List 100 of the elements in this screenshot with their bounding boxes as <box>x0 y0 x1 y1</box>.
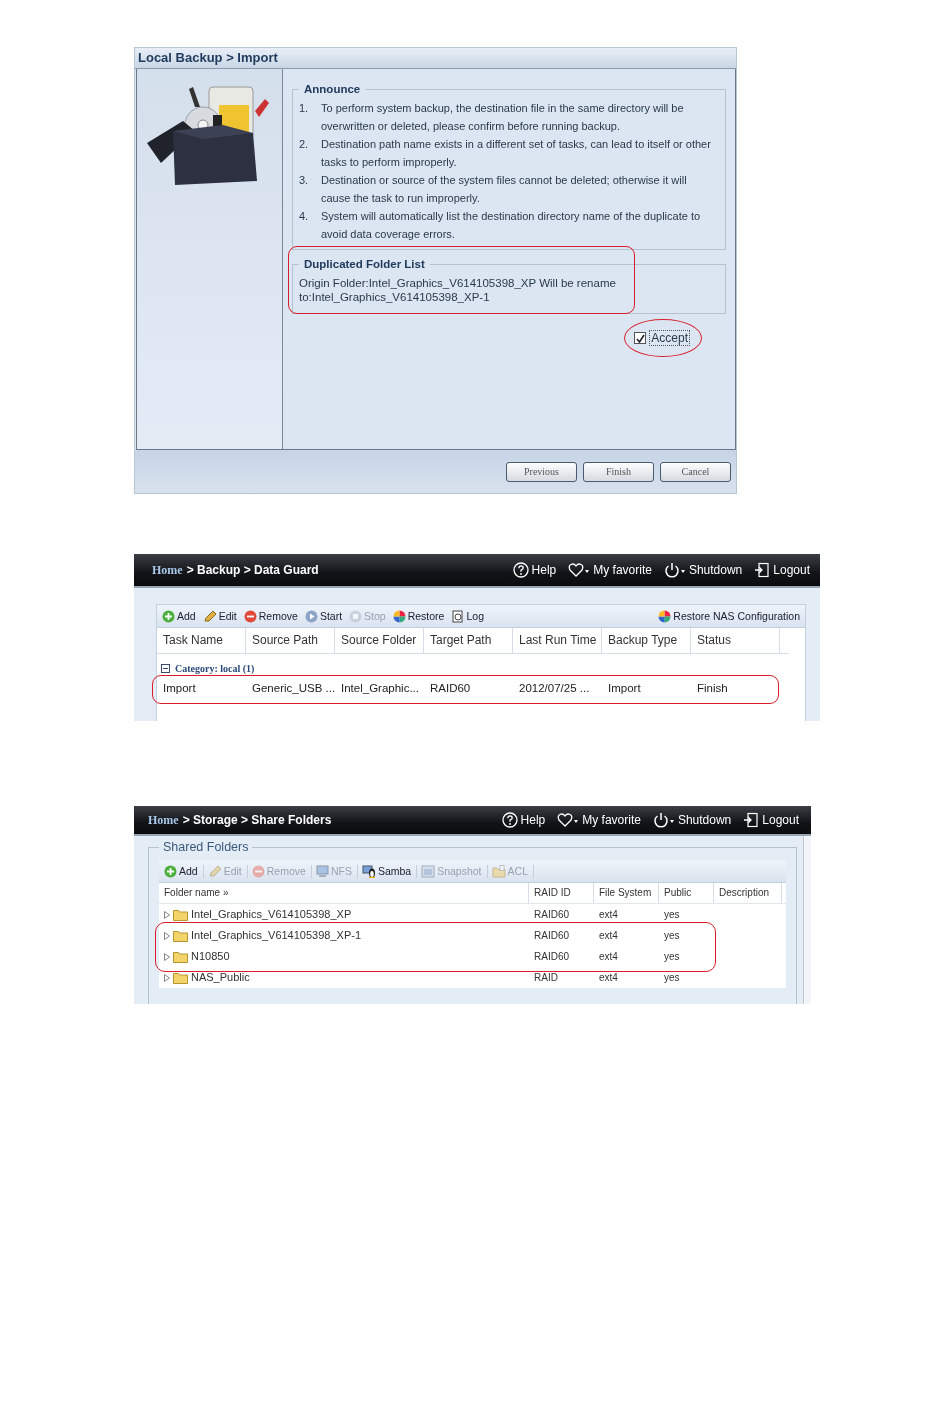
header-link[interactable]: Shutdown <box>677 813 732 827</box>
table-cell-text: ext4 <box>598 950 619 964</box>
folder-icon <box>173 908 188 921</box>
table-cell-text: 2012/07/25 ... <box>518 681 591 696</box>
wizard-button[interactable]: Cancel <box>660 461 731 482</box>
help-icon[interactable] <box>512 562 529 578</box>
announce-text: Destination or source of the system files cannot be deleted; otherwise it will cause the task to run improperly. <box>321 173 688 206</box>
home-link[interactable]: Home <box>148 812 179 828</box>
column-header[interactable]: RAID ID <box>529 883 594 903</box>
column-header[interactable]: Status <box>691 628 780 653</box>
table-cell-text: Generic_USB ... <box>251 681 335 696</box>
expand-icon[interactable] <box>164 931 170 940</box>
section-legend: Shared Folders <box>159 840 253 854</box>
power-icon[interactable] <box>663 562 686 578</box>
add-icon[interactable] <box>164 864 177 878</box>
folder-name[interactable]: N10850 <box>191 946 230 967</box>
announce-text: To perform system backup, the destination file in the same directory will be overwritten or deleted, please confirm before running backup. <box>321 101 685 134</box>
column-header[interactable]: File System <box>594 883 659 903</box>
collapse-icon[interactable] <box>161 663 170 673</box>
play-icon[interactable] <box>304 609 318 623</box>
wizard-button[interactable]: Finish <box>583 461 654 482</box>
toolbar-button[interactable]: Restore <box>407 610 445 622</box>
list-number: 1. <box>299 101 310 116</box>
list-number: 4. <box>299 209 310 224</box>
column-header[interactable]: Last Run Time <box>513 628 602 653</box>
column-header[interactable]: Public <box>659 883 714 903</box>
toolbar-button[interactable]: Restore NAS Configuration <box>673 610 800 622</box>
toolbar-button[interactable]: Add <box>177 610 196 622</box>
breadcrumb: > Storage > Share Folders <box>182 813 332 827</box>
announce-text: System will automatically list the destination directory name of the duplicate to avoid data coverage errors. <box>321 209 702 242</box>
toolbar-button[interactable]: Samba <box>377 865 412 877</box>
table-cell-text: RAID60 <box>429 681 472 696</box>
table-cell-text: yes <box>663 908 681 922</box>
header-link[interactable]: My favorite <box>593 563 652 577</box>
home-link[interactable]: Home <box>152 562 183 578</box>
column-header[interactable]: Description <box>714 883 782 903</box>
table-cell-text: RAID60 <box>533 908 570 922</box>
table-cell-text: ext4 <box>598 971 619 985</box>
breadcrumb: Local Backup > Import <box>135 48 736 69</box>
accept-checkbox[interactable] <box>634 332 647 344</box>
table-cell-text: Import <box>607 681 642 696</box>
expand-icon[interactable] <box>164 952 170 961</box>
header-link[interactable]: Logout <box>762 813 799 827</box>
column-header[interactable]: Task Name <box>157 628 246 653</box>
column-header[interactable]: Target Path <box>424 628 513 653</box>
header-link[interactable]: Shutdown <box>688 563 743 577</box>
toolbar-button[interactable]: Add <box>179 865 198 877</box>
header-link[interactable]: My favorite <box>582 813 641 827</box>
table-cell-text: yes <box>663 950 681 964</box>
announce-legend: Announce <box>299 83 366 95</box>
table-cell-text: Finish <box>696 681 729 696</box>
scrollbar[interactable] <box>803 836 811 1004</box>
breadcrumb: > Backup > Data Guard <box>186 563 319 577</box>
expand-icon[interactable] <box>164 973 170 982</box>
folder-name[interactable]: Intel_Graphics_V614105398_XP-1 <box>191 925 361 946</box>
header-link[interactable]: Help <box>531 563 557 577</box>
add-icon[interactable] <box>162 609 175 623</box>
list-number: 3. <box>299 173 310 188</box>
folder-icon <box>173 950 188 963</box>
accept-label[interactable]: Accept <box>649 330 690 346</box>
expand-icon[interactable] <box>164 910 170 919</box>
announce-text: Destination path name exists in a different set of tasks, can lead to itself or other tasks to perform improperly. <box>321 137 712 170</box>
table-cell-text: Import <box>162 681 197 696</box>
table-cell-text: ext4 <box>598 908 619 922</box>
duplicated-legend: Duplicated Folder List <box>299 258 430 270</box>
heart-icon[interactable] <box>568 562 591 578</box>
logout-icon[interactable] <box>743 812 760 828</box>
logout-icon[interactable] <box>754 562 771 578</box>
toolbar-button[interactable]: Remove <box>258 610 298 622</box>
wizard-button[interactable]: Previous <box>506 461 577 482</box>
restore-icon[interactable] <box>658 609 672 623</box>
toolbar-button[interactable]: Edit <box>218 610 237 622</box>
column-header[interactable]: Folder name » <box>159 883 529 903</box>
category-label: Category: local (1) <box>175 662 255 674</box>
table-cell-text: yes <box>663 971 681 985</box>
duplicate-message: Origin Folder:Intel_Graphics_V614105398_XP Will be rename to:Intel_Graphics_V614105398_XP-1 <box>299 276 617 305</box>
header-link[interactable]: Logout <box>773 563 810 577</box>
table-cell-text: RAID60 <box>533 950 570 964</box>
column-header[interactable]: Source Folder <box>335 628 424 653</box>
penguin-icon[interactable] <box>361 864 376 878</box>
folder-icon <box>173 971 188 984</box>
table-cell-text: Intel_Graphic... <box>340 681 420 696</box>
toolbar-button[interactable]: Start <box>319 610 343 622</box>
folder-name[interactable]: NAS_Public <box>191 967 250 988</box>
header-link[interactable]: Help <box>520 813 546 827</box>
column-header[interactable]: Source Path <box>246 628 335 653</box>
table-cell-text: RAID <box>533 971 559 985</box>
pencil-icon[interactable] <box>202 609 217 623</box>
help-icon[interactable] <box>501 812 518 828</box>
folder-name[interactable]: Intel_Graphics_V614105398_XP <box>191 904 352 925</box>
remove-icon[interactable] <box>243 609 257 623</box>
table-cell-text: yes <box>663 929 681 943</box>
log-icon[interactable] <box>451 609 465 623</box>
restore-icon[interactable] <box>392 609 406 623</box>
table-cell-text: RAID60 <box>533 929 570 943</box>
power-icon[interactable] <box>652 812 675 828</box>
toolbar-button[interactable]: Log <box>466 610 484 622</box>
heart-icon[interactable] <box>557 812 580 828</box>
column-header[interactable]: Backup Type <box>602 628 691 653</box>
folder-icon <box>173 929 188 942</box>
